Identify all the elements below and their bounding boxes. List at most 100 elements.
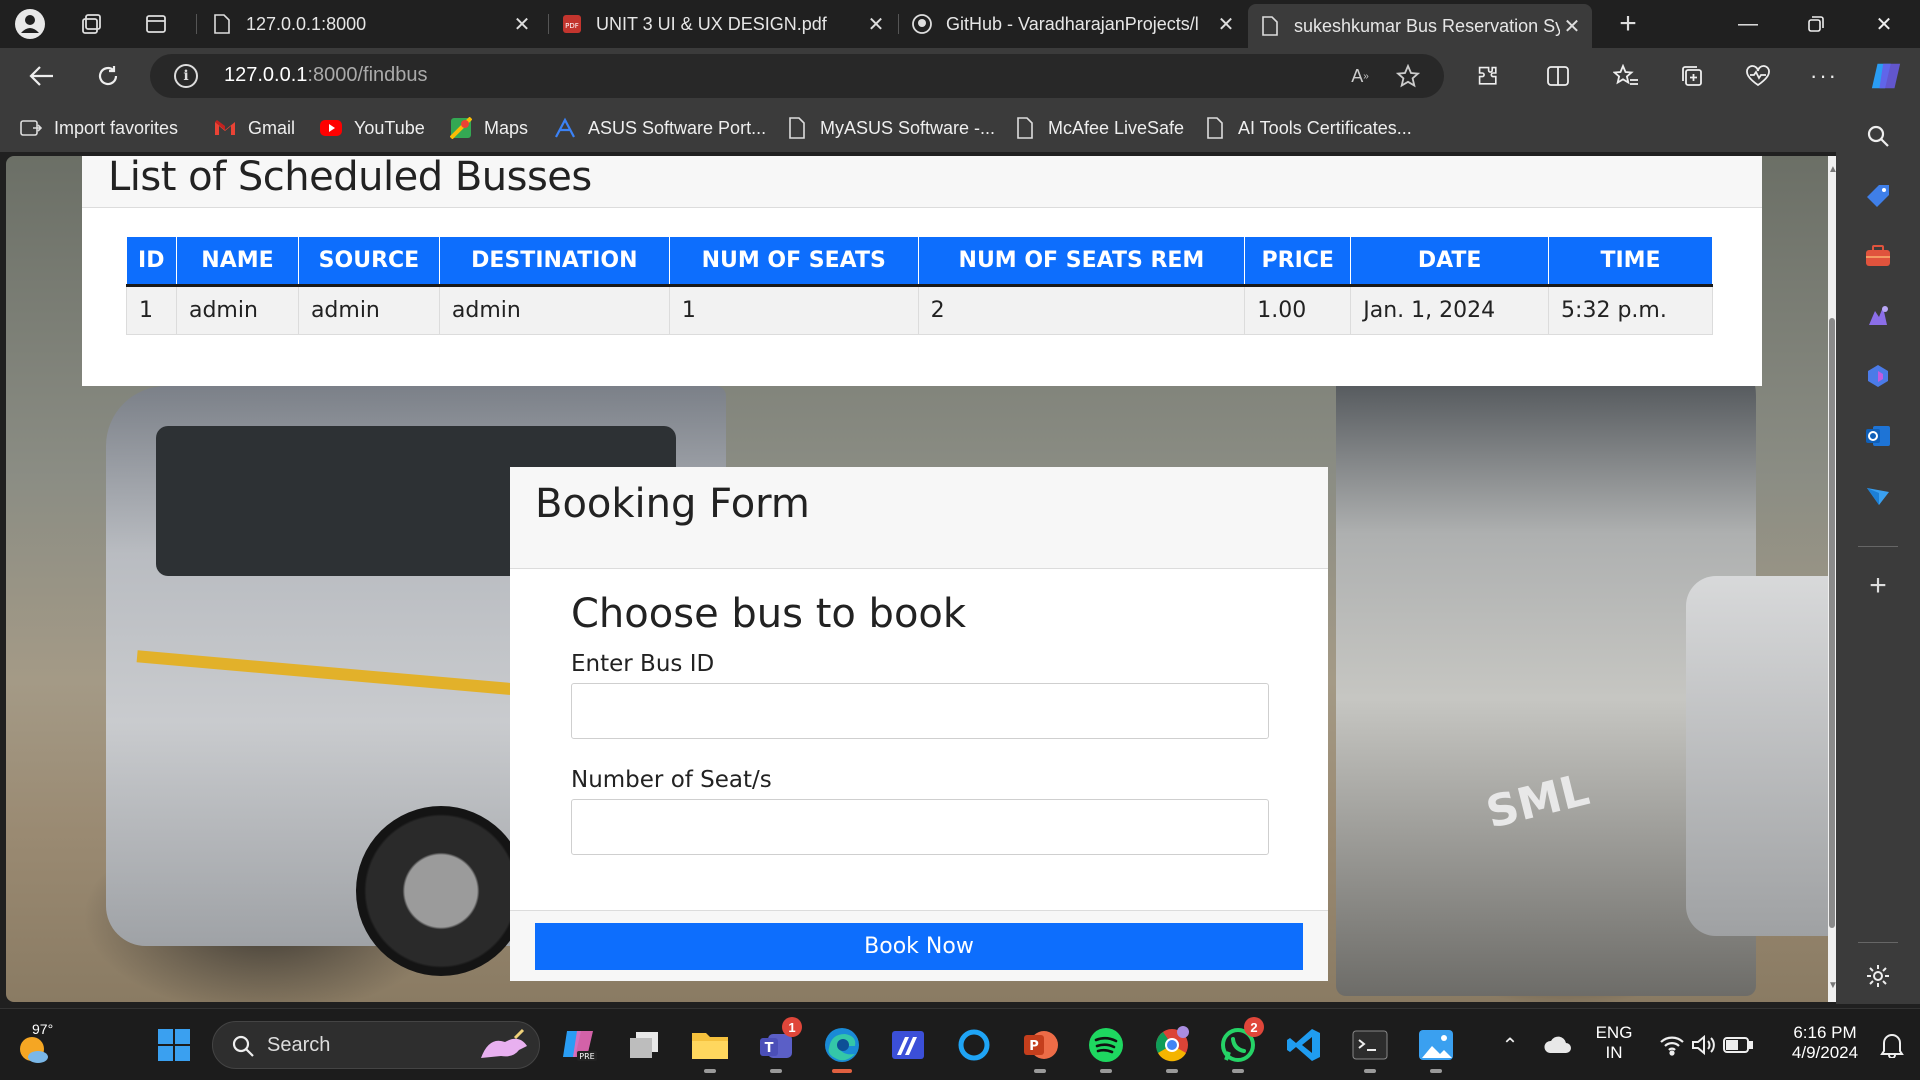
drop-icon[interactable] (1862, 480, 1894, 512)
page-scrollbar[interactable]: ▲ ▼ (1828, 156, 1838, 1002)
close-tab-icon[interactable]: ✕ (1214, 12, 1238, 37)
add-sidebar-app-icon[interactable]: + (1862, 569, 1894, 602)
weather-widget[interactable]: 97° (12, 1017, 72, 1073)
address-bar[interactable]: i 127.0.0.1:8000/findbus A» (150, 54, 1444, 98)
microsoft-365-icon[interactable] (1862, 360, 1894, 392)
cell-destination: admin (439, 285, 670, 335)
terminal-icon[interactable] (1346, 1021, 1394, 1073)
tab-github[interactable]: GitHub - VaradharajanProjects/l ✕ (900, 4, 1246, 44)
chevron-up-icon[interactable]: ⌃ (1486, 1021, 1534, 1069)
bookmark-myasus[interactable]: MyASUS Software -... (786, 116, 995, 140)
column-header: NAME (176, 237, 299, 287)
back-icon[interactable] (26, 60, 58, 92)
profile-icon[interactable] (14, 8, 46, 40)
tools-briefcase-icon[interactable] (1862, 240, 1894, 272)
bookmark-asus[interactable]: ASUS Software Port... (554, 116, 766, 140)
svg-text:T: T (765, 1041, 774, 1056)
bookmark-gmail[interactable]: Gmail (214, 116, 295, 140)
scheduled-busses-card: List of Scheduled Busses ID NAME SOURCE … (82, 156, 1762, 386)
close-window-icon[interactable]: ✕ (1850, 0, 1918, 48)
favorites-icon[interactable] (1610, 60, 1642, 92)
address-row: i 127.0.0.1:8000/findbus A» ··· (0, 48, 1920, 104)
github-icon (912, 14, 932, 34)
battery-icon[interactable] (1714, 1021, 1762, 1069)
tab-bus-reservation[interactable]: sukeshkumar Bus Reservation Sy ✕ (1248, 4, 1592, 48)
favorite-star-icon[interactable] (1394, 64, 1422, 88)
cell-source: admin (298, 285, 440, 335)
scrollbar-thumb[interactable] (1829, 318, 1835, 928)
close-tab-icon[interactable]: ✕ (1560, 14, 1584, 39)
file-explorer-icon[interactable] (686, 1021, 734, 1073)
shopping-tag-icon[interactable] (1862, 180, 1894, 212)
teams-icon[interactable]: T 1 (752, 1017, 802, 1073)
taskbar-search[interactable]: Search (212, 1021, 540, 1069)
pdf-icon: PDF (562, 14, 582, 34)
performance-icon[interactable] (1742, 60, 1774, 92)
outlook-icon[interactable] (1862, 420, 1894, 452)
powerpoint-icon[interactable]: P (1016, 1021, 1064, 1073)
extensions-icon[interactable] (1472, 60, 1504, 92)
close-tab-icon[interactable]: ✕ (864, 12, 888, 37)
workspaces-icon[interactable] (76, 8, 108, 40)
task-view-icon[interactable] (620, 1021, 668, 1069)
new-tab-icon[interactable]: + (1612, 7, 1644, 40)
bus-id-label: Enter Bus ID (571, 651, 715, 677)
more-icon[interactable]: ··· (1808, 60, 1840, 92)
page-title: List of Scheduled Busses (108, 156, 592, 200)
site-info-icon[interactable]: i (174, 64, 198, 88)
page-icon (786, 117, 808, 139)
youtube-icon (320, 117, 342, 139)
asus-icon (554, 117, 576, 139)
bookmark-ai-tools[interactable]: AI Tools Certificates... (1204, 116, 1412, 140)
language-indicator[interactable]: ENG IN (1592, 1023, 1636, 1063)
page-icon (212, 14, 232, 34)
chrome-icon[interactable] (1148, 1021, 1196, 1073)
photos-icon[interactable] (1412, 1021, 1460, 1073)
svg-text:PDF: PDF (565, 22, 579, 30)
booking-form-header: Booking Form (510, 467, 1328, 569)
edge-browser-icon[interactable] (818, 1021, 866, 1073)
spotify-icon[interactable] (1082, 1021, 1130, 1073)
collections-icon[interactable] (1676, 60, 1708, 92)
table-row: 1 admin admin admin 1 2 1.00 Jan. 1, 202… (126, 285, 1713, 335)
booking-form-body: Choose bus to book Enter Bus ID Number o… (571, 591, 1269, 883)
vscode-icon[interactable] (1280, 1021, 1328, 1069)
svg-text:PRE: PRE (579, 1052, 594, 1061)
split-screen-icon[interactable] (1542, 60, 1574, 92)
onedrive-cloud-icon[interactable] (1534, 1021, 1582, 1069)
whatsapp-icon[interactable]: 2 (1214, 1017, 1264, 1073)
bookmark-youtube[interactable]: YouTube (320, 116, 425, 140)
minimize-icon[interactable]: — (1714, 0, 1782, 48)
tab-actions-icon[interactable] (140, 8, 172, 40)
bus-id-input[interactable] (571, 683, 1269, 739)
copilot-pre-icon[interactable]: PRE (555, 1021, 603, 1069)
close-tab-icon[interactable]: ✕ (510, 12, 534, 37)
scroll-up-icon[interactable]: ▲ (1828, 164, 1838, 178)
settings-gear-icon[interactable] (1862, 960, 1894, 992)
restore-icon[interactable] (1782, 0, 1850, 48)
ai-app-icon[interactable] (884, 1021, 932, 1069)
notification-bell-icon[interactable] (1868, 1021, 1916, 1069)
tab-localhost[interactable]: 127.0.0.1:8000 ✕ (200, 4, 542, 44)
read-aloud-icon[interactable]: A» (1346, 64, 1374, 88)
games-icon[interactable] (1862, 300, 1894, 332)
bookmark-import-favorites[interactable]: Import favorites (20, 116, 178, 140)
booking-form-footer: Book Now (510, 910, 1328, 981)
search-icon[interactable] (1862, 120, 1894, 152)
refresh-icon[interactable] (92, 60, 124, 92)
gmail-icon (214, 117, 236, 139)
book-now-button[interactable]: Book Now (535, 923, 1303, 970)
url-text[interactable]: 127.0.0.1:8000/findbus (224, 64, 428, 87)
unicorn-icon (481, 1028, 527, 1058)
scroll-down-icon[interactable]: ▼ (1828, 980, 1838, 994)
page-icon (1014, 117, 1036, 139)
start-windows-icon[interactable] (150, 1021, 198, 1069)
copilot-icon[interactable] (1870, 60, 1902, 92)
car-image (1686, 576, 1834, 936)
clock[interactable]: 6:16 PM 4/9/2024 (1770, 1023, 1880, 1063)
bookmark-maps[interactable]: Maps (450, 116, 528, 140)
seats-input[interactable] (571, 799, 1269, 855)
bookmark-mcafee[interactable]: McAfee LiveSafe (1014, 116, 1184, 140)
cortana-ring-icon[interactable] (950, 1021, 998, 1069)
tab-pdf[interactable]: PDF UNIT 3 UI & UX DESIGN.pdf ✕ (550, 4, 896, 44)
